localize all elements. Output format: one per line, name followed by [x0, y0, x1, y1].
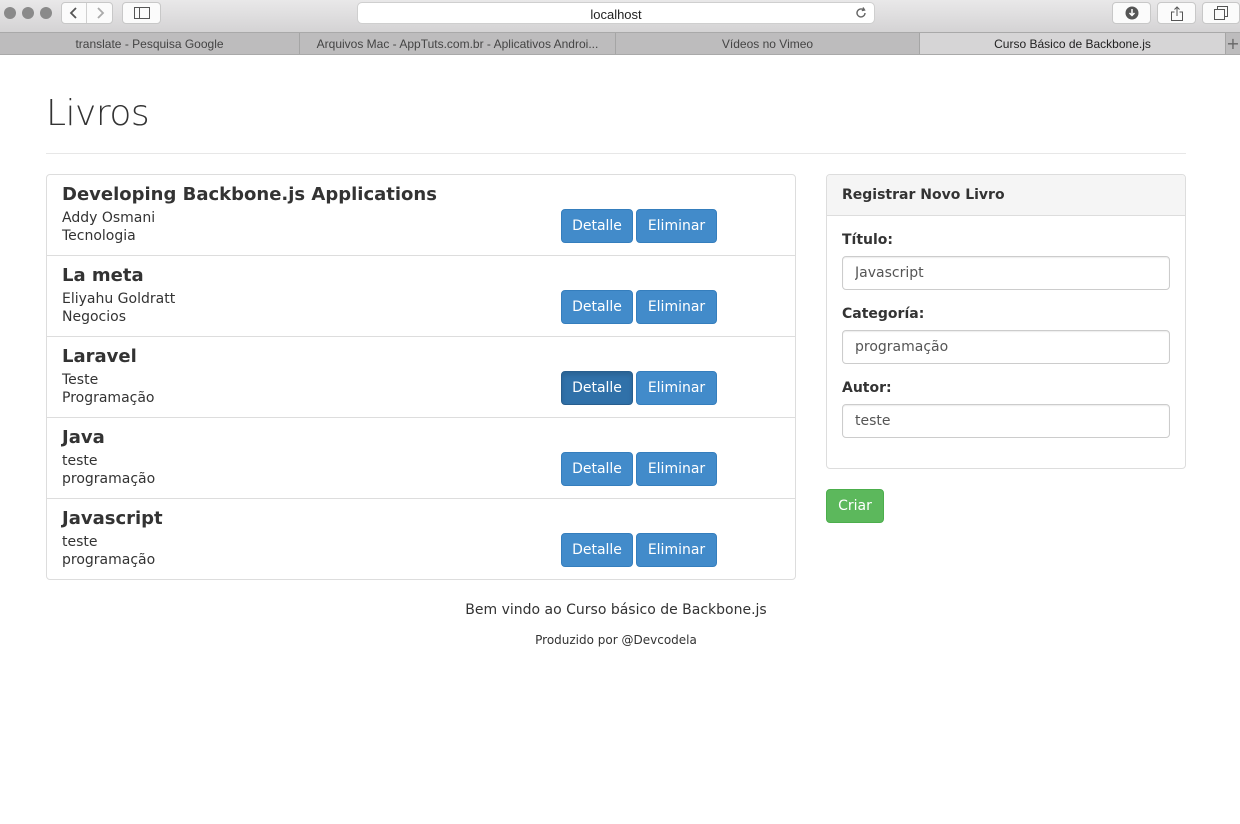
tab-apptuts[interactable]: Arquivos Mac - AppTuts.com.br - Aplicati…: [300, 33, 616, 54]
tab-google-translate[interactable]: translate - Pesquisa Google: [0, 33, 300, 54]
url-text: localhost: [590, 7, 642, 22]
delete-button[interactable]: Eliminar: [636, 452, 717, 486]
book-author: teste: [62, 534, 98, 550]
book-title: Java: [62, 427, 105, 448]
header-divider: [46, 153, 1186, 154]
close-window-icon[interactable]: [4, 7, 16, 19]
title-label: Título:: [842, 232, 894, 248]
detail-button[interactable]: Detalle: [561, 533, 633, 567]
author-input[interactable]: [842, 404, 1170, 438]
book-item: Laravel Teste Programação Detalle Elimin…: [47, 336, 795, 418]
book-author: Eliyahu Goldratt: [62, 291, 176, 307]
zoom-window-icon[interactable]: [40, 7, 52, 19]
book-category: programação: [62, 471, 156, 487]
tab-vimeo[interactable]: Vídeos no Vimeo: [616, 33, 920, 54]
address-bar[interactable]: localhost: [357, 2, 875, 24]
book-author: Teste: [62, 372, 99, 388]
delete-button[interactable]: Eliminar: [636, 533, 717, 567]
tabs-overview-icon: [1214, 6, 1228, 20]
book-item: Javascript teste programação Detalle Eli…: [47, 498, 795, 579]
panel-heading: Registrar Novo Livro: [827, 175, 1185, 216]
downloads-button[interactable]: [1112, 2, 1151, 24]
delete-button[interactable]: Eliminar: [636, 209, 717, 243]
history-nav: [61, 2, 113, 24]
book-category: programação: [62, 552, 156, 568]
footer-credit: Produzido por @Devcodela: [535, 633, 697, 647]
category-input[interactable]: [842, 330, 1170, 364]
book-category: Tecnologia: [62, 228, 136, 244]
browser-toolbar: localhost: [0, 0, 1240, 32]
share-icon: [1170, 5, 1183, 21]
book-author: Addy Osmani: [62, 210, 156, 226]
title-input[interactable]: [842, 256, 1170, 290]
detail-button[interactable]: Detalle: [561, 290, 633, 324]
book-category: Programação: [62, 390, 155, 406]
category-label: Categoría:: [842, 306, 925, 322]
tabs-overview-button[interactable]: [1202, 2, 1240, 24]
reload-icon[interactable]: [854, 6, 868, 20]
new-tab-button[interactable]: +: [1226, 33, 1240, 54]
sidebar-icon: [133, 7, 150, 19]
sidebar-toggle-button[interactable]: [122, 2, 161, 24]
share-button[interactable]: [1157, 2, 1196, 24]
delete-button[interactable]: Eliminar: [636, 371, 717, 405]
detail-button[interactable]: Detalle: [561, 371, 633, 405]
tab-bar: translate - Pesquisa Google Arquivos Mac…: [0, 32, 1240, 55]
chevron-left-icon: [69, 7, 77, 19]
book-item: Java teste programação Detalle Eliminar: [47, 417, 795, 499]
author-label: Autor:: [842, 380, 892, 396]
forward-button[interactable]: [87, 3, 112, 23]
book-category: Negocios: [62, 309, 126, 325]
minimize-window-icon[interactable]: [22, 7, 34, 19]
book-list: Developing Backbone.js Applications Addy…: [46, 174, 796, 580]
chevron-right-icon: [96, 7, 104, 19]
book-item: Developing Backbone.js Applications Addy…: [47, 175, 795, 256]
footer-welcome: Bem vindo ao Curso básico de Backbone.js: [465, 602, 767, 618]
book-title: Developing Backbone.js Applications: [62, 184, 437, 205]
panel-title: Registrar Novo Livro: [842, 187, 1005, 203]
tab-backbone-course[interactable]: Curso Básico de Backbone.js: [920, 33, 1226, 54]
detail-button[interactable]: Detalle: [561, 209, 633, 243]
book-title: Javascript: [62, 508, 163, 529]
page-title: Livros: [46, 93, 150, 134]
book-title: La meta: [62, 265, 144, 286]
book-author: teste: [62, 453, 98, 469]
new-book-panel: Registrar Novo Livro Título: Categoría: …: [826, 174, 1186, 469]
delete-button[interactable]: Eliminar: [636, 290, 717, 324]
book-title: Laravel: [62, 346, 137, 367]
book-item: La meta Eliyahu Goldratt Negocios Detall…: [47, 255, 795, 337]
back-button[interactable]: [62, 3, 88, 23]
detail-button[interactable]: Detalle: [561, 452, 633, 486]
create-button[interactable]: Criar: [826, 489, 884, 523]
download-icon: [1125, 6, 1138, 20]
